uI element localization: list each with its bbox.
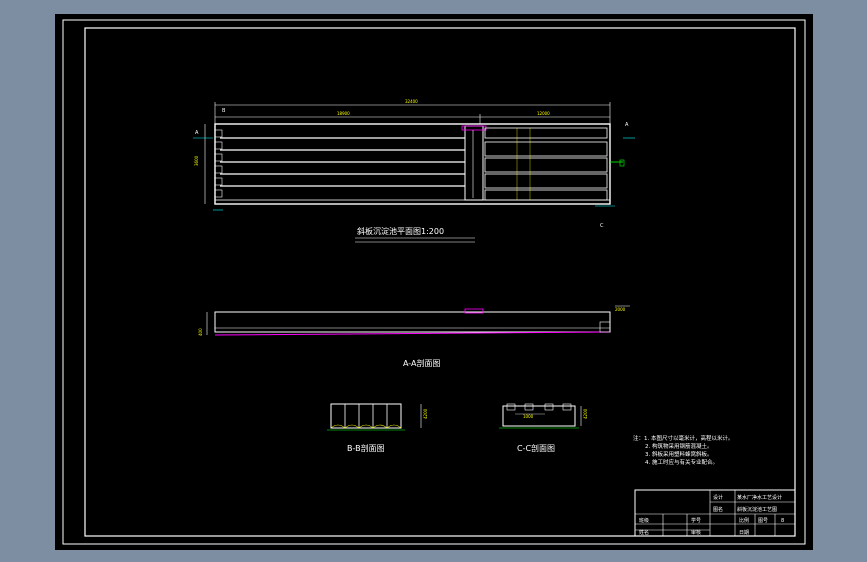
section-cc-title: C-C剖面图 xyxy=(517,443,555,453)
tb-class-label: 班级 xyxy=(639,517,649,524)
note-4: 4. 施工时应与有关专业配合。 xyxy=(645,458,718,466)
marker-a-right: A xyxy=(625,122,629,128)
cad-drawing: 32400 18900 12000 3600 A A B C 斜板沉淀池平面图1… xyxy=(62,19,806,545)
tb-sheet-no: 8 xyxy=(781,518,784,524)
dim-right-length: 12000 xyxy=(537,111,550,116)
section-bb-title: B-B剖面图 xyxy=(347,443,385,453)
tb-checked-label: 审核 xyxy=(691,529,701,536)
cad-viewport[interactable]: 32400 18900 12000 3600 A A B C 斜板沉淀池平面图1… xyxy=(55,14,813,550)
plan-title: 斜板沉淀池平面图1:200 xyxy=(357,226,444,236)
tb-date-label: 日期 xyxy=(739,530,749,536)
tb-scale-label: 比例 xyxy=(739,517,749,524)
note-1: 注：1. 本图尺寸以毫米计，高程以米计。 xyxy=(633,434,734,442)
tank-outline xyxy=(214,123,611,205)
dim-section-cc-height: 4200 xyxy=(583,408,588,419)
marker-b: B xyxy=(222,108,226,114)
dim-section-aa-left: 400 xyxy=(198,328,203,336)
note-3: 3. 斜板采用塑料蜂窝斜板。 xyxy=(645,450,713,458)
tb-designed-label: 设计 xyxy=(713,494,723,501)
dim-left-length: 18900 xyxy=(337,111,350,116)
tb-drawing-no-label: 图号 xyxy=(758,518,768,524)
tb-student-no-label: 学号 xyxy=(691,517,701,524)
marker-c: C xyxy=(600,223,604,229)
plan-view: 32400 18900 12000 3600 A A B C 斜板沉淀池平面图1… xyxy=(193,99,635,243)
marker-a-left: A xyxy=(195,130,199,136)
dim-section-aa-height: 2000 xyxy=(615,307,626,312)
section-aa-view: 400 2000 A-A剖面图 xyxy=(198,305,630,368)
tb-sheet-label: 图名 xyxy=(713,506,723,513)
dim-left-width: 3600 xyxy=(194,155,199,166)
dim-section-bb-height: 4200 xyxy=(423,408,428,419)
dim-overall-length: 32400 xyxy=(405,99,418,104)
note-2: 2. 构筑物采用钢筋混凝土。 xyxy=(645,442,713,450)
tb-project: 某水厂净水工艺设计 xyxy=(737,494,782,501)
section-cc-view: 1000 4200 C-C剖面图 xyxy=(499,403,588,453)
tb-drawing-name: 斜板沉淀池工艺图 xyxy=(737,506,777,513)
section-aa-title: A-A剖面图 xyxy=(403,358,440,368)
section-bb-view: 4200 B-B剖面图 xyxy=(327,403,428,453)
dim-section-cc-inner: 1000 xyxy=(523,414,534,419)
notes-block: 注：1. 本图尺寸以毫米计，高程以米计。 2. 构筑物采用钢筋混凝土。 3. 斜… xyxy=(633,434,734,466)
tb-name-label: 姓名 xyxy=(639,529,649,536)
